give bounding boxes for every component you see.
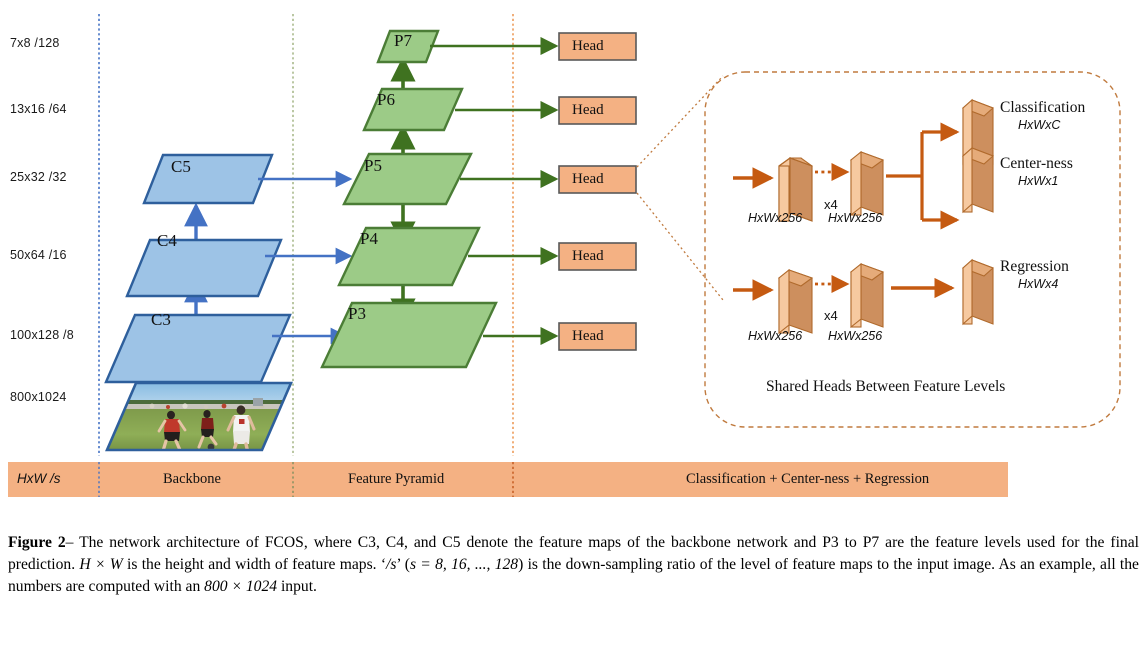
figure-number: Figure 2 (8, 534, 66, 551)
conv-slab (849, 262, 885, 329)
conv-slab (849, 150, 885, 217)
detail-panel-footer: Shared Heads Between Feature Levels (766, 378, 1006, 395)
slab-dims-b1-s1: HxWx256 (748, 211, 803, 225)
pyramid-label-p5: P5 (364, 156, 382, 175)
head-label: Head (572, 171, 604, 187)
slab-dims-b2-s2: HxWx256 (828, 329, 883, 343)
caption-slash-s: /s (386, 556, 397, 574)
scale-label-c4: 50x64 /16 (10, 248, 67, 262)
head-label: Head (572, 102, 604, 118)
backbone-node-c4 (125, 238, 283, 298)
output-title-regression: Regression (1000, 258, 1069, 275)
figure-diagram: 7x8 /128 13x16 /64 25x32 /32 50x64 /16 1… (0, 0, 1145, 520)
slab-dims-b1-s2: HxWx256 (828, 211, 883, 225)
band-label-scale: HxW /s (17, 471, 61, 486)
backbone-node-c5 (142, 153, 274, 205)
backbone-label-c4: C4 (157, 231, 177, 250)
caption-dash: – (65, 534, 74, 551)
conv-slab (777, 268, 814, 335)
caption-part-2: is the height and width of feature maps.… (122, 556, 387, 574)
band-label-feature-pyramid: Feature Pyramid (348, 471, 445, 487)
backbone-label-c3: C3 (151, 310, 171, 329)
output-slab-regression (961, 258, 995, 326)
caption-input-size: 800 × 1024 (204, 578, 278, 596)
output-dims-classification: HxWxC (1018, 118, 1061, 132)
pyramid-label-p6: P6 (377, 90, 395, 109)
band-label-backbone: Backbone (163, 471, 221, 487)
band-label-heads: Classification + Center-ness + Regressio… (686, 471, 930, 487)
pyramid-label-p3: P3 (348, 304, 366, 323)
repeat-label-branch1: x4 (824, 197, 838, 212)
caption-part-3: ’ ( (396, 556, 410, 574)
figure-caption: Figure 2– The network architecture of FC… (8, 532, 1139, 598)
output-title-classification: Classification (1000, 99, 1086, 116)
pyramid-label-p7: P7 (394, 31, 412, 50)
scale-label-input: 800x1024 (10, 390, 67, 404)
scale-label-p7: 7x8 /128 (10, 36, 60, 50)
head-label: Head (572, 248, 604, 264)
backbone-node-c3 (104, 313, 292, 384)
backbone-label-c5: C5 (171, 157, 191, 176)
scale-label-c5: 25x32 /32 (10, 170, 67, 184)
caption-hw: H × W (79, 556, 123, 574)
output-dims-regression: HxWx4 (1018, 277, 1059, 291)
scale-label-c3: 100x128 /8 (10, 328, 74, 342)
head-label: Head (572, 38, 604, 54)
caption-s-equation: s = 8, 16, ..., 128 (409, 556, 519, 574)
head-boxes (558, 32, 637, 351)
pyramid-label-p4: P4 (360, 229, 378, 248)
scale-label-p6: 13x16 /64 (10, 102, 67, 116)
output-dims-centerness: HxWx1 (1018, 174, 1059, 188)
head-label: Head (572, 328, 604, 344)
output-slab-centerness (961, 146, 995, 214)
output-title-centerness: Center-ness (1000, 155, 1073, 172)
caption-part-5: input. (277, 578, 317, 596)
input-image (105, 381, 293, 452)
slab-dims-b2-s1: HxWx256 (748, 329, 803, 343)
repeat-label-branch2: x4 (824, 308, 838, 323)
